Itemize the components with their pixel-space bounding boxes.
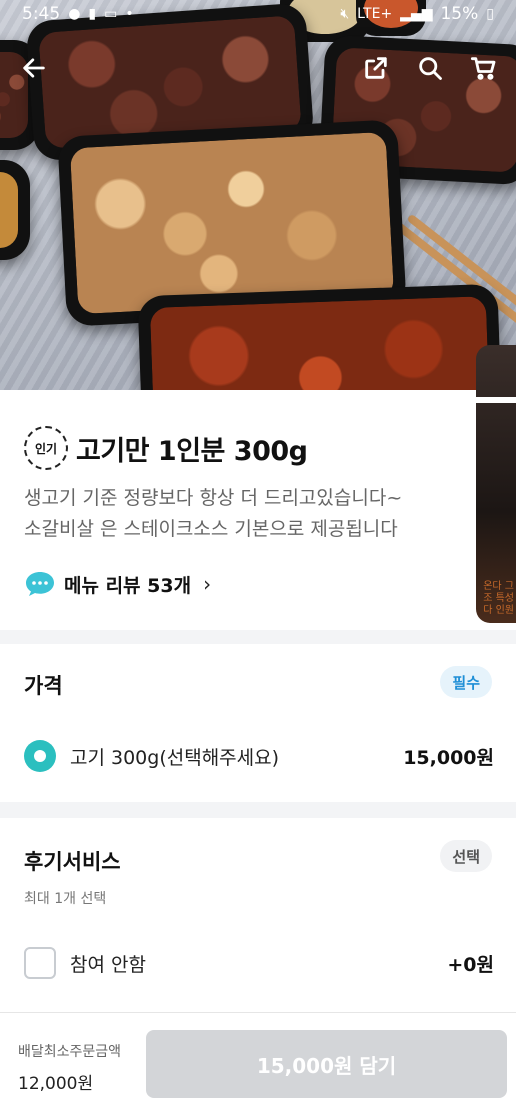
popular-badge: 인기 (24, 426, 68, 470)
optional-badge: 선택 (440, 840, 492, 872)
back-button[interactable] (14, 48, 54, 88)
review-option-label: 참여 안함 (70, 953, 146, 976)
menu-description-line: 생고기 기준 정량보다 항상 더 드리고있습니다~ (24, 487, 403, 509)
share-button[interactable] (356, 48, 396, 88)
cart-icon (470, 57, 496, 80)
next-menu-thumbnail-text: 온다 그 조 특성 다 인원 (483, 581, 514, 616)
share-icon (365, 57, 387, 79)
price-option-price: 15,000원 (403, 746, 494, 769)
section-divider (0, 802, 516, 818)
cart-button[interactable] (464, 48, 504, 88)
battery-percent: 15% (440, 4, 479, 24)
speech-bubble-icon (26, 572, 54, 596)
menu-description: 생고기 기준 정량보다 항상 더 드리고있습니다~ 소갈비살 은 스테이크소스 … (24, 483, 464, 545)
review-service-subtitle: 최대 1개 선택 (24, 891, 107, 907)
image-notification-icon: ▭ (104, 6, 118, 22)
chat-notification-icon: ● (68, 6, 81, 22)
checkbox-unchecked-icon[interactable] (24, 947, 56, 979)
signal-icon: ▂▄▆ (400, 6, 433, 22)
review-option-price: +0원 (447, 953, 494, 976)
search-icon (419, 57, 442, 80)
arrow-left-icon (23, 58, 45, 78)
menu-description-line: 소갈비살 은 스테이크소스 기본으로 제공됩니다 (24, 518, 398, 540)
add-to-cart-button[interactable]: 15,000원 담기 (146, 1030, 507, 1098)
network-type: LTE+ (357, 6, 393, 22)
search-button[interactable] (410, 48, 450, 88)
top-navigation (0, 48, 516, 88)
alert-notification-icon: ▮ (88, 6, 97, 22)
more-notifications-icon: • (125, 6, 134, 22)
review-option-row[interactable]: 참여 안함 +0원 (24, 947, 494, 979)
required-badge: 필수 (440, 666, 492, 698)
price-option-row[interactable]: 고기 300g(선택해주세요) 15,000원 (24, 740, 494, 772)
price-option-label: 고기 300g(선택해주세요) (70, 746, 280, 769)
mute-icon: 🔇︎ (340, 6, 350, 22)
price-section: 가격 필수 고기 300g(선택해주세요) 15,000원 (0, 644, 516, 802)
min-order-label: 배달최소주문금액 (18, 1044, 122, 1060)
min-order-value: 12,000원 (18, 1074, 94, 1094)
menu-review-link[interactable]: 메뉴 리뷰 53개 › (24, 570, 211, 598)
status-time: 5:45 (22, 4, 61, 24)
chevron-right-icon: › (203, 572, 212, 596)
menu-info: 인기 고기만 1인분 300g 생고기 기준 정량보다 항상 더 드리고있습니다… (0, 390, 476, 630)
section-divider (0, 630, 516, 644)
status-bar: 5:45 ● ▮ ▭ • 🔇︎ LTE+ ▂▄▆ 15% ▯ (0, 0, 516, 28)
menu-photo: 5:45 ● ▮ ▭ • 🔇︎ LTE+ ▂▄▆ 15% ▯ (0, 0, 516, 390)
bottom-order-bar: 배달최소주문금액 12,000원 15,000원 담기 (0, 1012, 516, 1120)
radio-selected-icon[interactable] (24, 740, 56, 772)
review-service-title: 후기서비스 (24, 850, 121, 874)
review-service-section: 후기서비스 선택 최대 1개 선택 참여 안함 +0원 (0, 818, 516, 1012)
menu-review-label: 메뉴 리뷰 53개 (64, 574, 192, 597)
price-section-title: 가격 (24, 674, 63, 698)
menu-title: 고기만 1인분 300g (76, 435, 308, 467)
battery-icon: ▯ (486, 6, 494, 22)
next-menu-thumbnail[interactable]: 온다 그 조 특성 다 인원 (476, 345, 516, 623)
